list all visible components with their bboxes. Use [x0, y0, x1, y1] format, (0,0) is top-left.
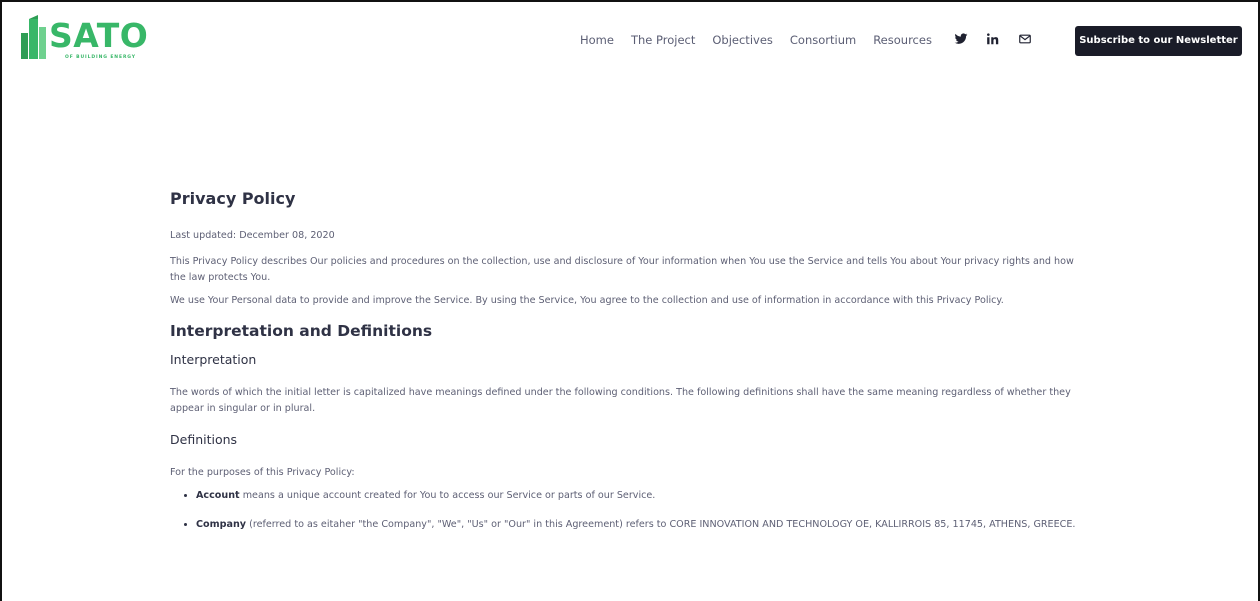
definition-term-company: Company: [196, 519, 247, 530]
linkedin-icon[interactable]: [986, 32, 1000, 46]
nav-item-the-project[interactable]: The Project: [631, 33, 695, 47]
page-title: Privacy Policy: [170, 189, 296, 208]
twitter-icon[interactable]: [954, 32, 968, 46]
definitions-list: Account means a unique account created f…: [170, 488, 1090, 533]
sato-logo[interactable]: SATO OF BUILDING ENERGY: [21, 15, 151, 65]
list-item: Account means a unique account created f…: [196, 488, 1090, 504]
definition-text-account: means a unique account created for You t…: [239, 490, 656, 501]
main-nav: Home The Project Objectives Consortium R…: [580, 33, 932, 47]
logo-tagline: OF BUILDING ENERGY: [65, 55, 136, 60]
definition-term-account: Account: [196, 490, 240, 501]
site-header: SATO OF BUILDING ENERGY Home The Project…: [2, 2, 1258, 82]
section-heading-interpretation-definitions: Interpretation and Definitions: [170, 322, 433, 340]
list-item: Company (referred to as eitaher "the Com…: [196, 517, 1090, 533]
definitions-intro: For the purposes of this Privacy Policy:: [170, 467, 355, 478]
interpretation-paragraph: The words of which the initial letter is…: [170, 387, 1071, 414]
nav-item-objectives[interactable]: Objectives: [712, 33, 773, 47]
last-updated-text: Last updated: December 08, 2020: [170, 230, 335, 241]
building-logo-icon: [21, 15, 46, 59]
subscribe-newsletter-button[interactable]: Subscribe to our Newsletter: [1075, 26, 1242, 56]
social-links: [954, 32, 1032, 46]
intro-paragraph-1: This Privacy Policy describes Our polici…: [170, 256, 1074, 283]
nav-item-consortium[interactable]: Consortium: [790, 33, 856, 47]
nav-item-resources[interactable]: Resources: [873, 33, 932, 47]
privacy-policy-content: Privacy Policy Last updated: December 08…: [170, 188, 1090, 546]
nav-item-home[interactable]: Home: [580, 33, 614, 47]
subheading-definitions: Definitions: [170, 432, 238, 447]
intro-paragraph-2: We use Your Personal data to provide and…: [170, 295, 1004, 306]
logo-wordmark: SATO: [49, 16, 149, 55]
mail-icon[interactable]: [1018, 32, 1032, 46]
subheading-interpretation: Interpretation: [170, 352, 257, 367]
definition-text-company: (referred to as eitaher "the Company", "…: [246, 519, 1076, 530]
